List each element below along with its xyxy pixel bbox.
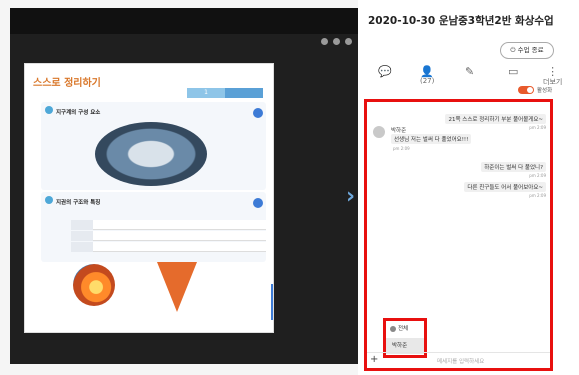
- document-tab-2: [225, 88, 263, 98]
- class-panel: 2020-10-30 운남중3학년2반 화상수업 ⏻ 수업 종료 💬 👤 (27)…: [358, 0, 579, 375]
- message-sender: 박하준: [391, 128, 407, 134]
- side-tab-button[interactable]: [271, 284, 273, 320]
- chat-icon: 💬: [378, 65, 392, 78]
- chat-message: 다른 친구들도 어서 풀어보아요~ pm 2:09: [464, 174, 546, 198]
- next-page-arrow-icon[interactable]: ›: [346, 186, 355, 208]
- message-input[interactable]: 메세지를 입력하세요: [437, 357, 484, 365]
- chat-message: 21쪽 스스로 정리하기 부분 풀어볼게요~ pm 2:09: [445, 106, 546, 130]
- check-icon: [253, 108, 263, 118]
- earth-system-diagram: [95, 122, 207, 186]
- table-row: [71, 242, 266, 252]
- viewer-toolbar: [10, 8, 358, 34]
- chat-input-bar[interactable]: + 메세지를 입력하세요: [367, 352, 550, 368]
- document-icon: ✎: [465, 65, 475, 78]
- people-icon: 👤: [420, 65, 435, 78]
- document-page: 스스로 정리하기 1 지구계의 구성 요소 지권의 구조와 특징: [24, 63, 274, 333]
- tab-screen[interactable]: ▭: [508, 66, 518, 86]
- message-time: pm 2:09: [393, 146, 410, 151]
- recipient-option-all[interactable]: 전체: [386, 321, 424, 337]
- section-1-title: 지구계의 구성 요소: [56, 110, 101, 116]
- settings-icon[interactable]: [333, 38, 340, 45]
- section-number-icon: [45, 106, 53, 114]
- class-title: 2020-10-30 운남중3학년2반 화상수업: [368, 15, 554, 27]
- section-2-title: 지권의 구조와 특징: [56, 200, 101, 206]
- end-class-button[interactable]: ⏻ 수업 종료: [500, 42, 554, 59]
- tab-more[interactable]: ⋮ 더보기: [543, 66, 562, 86]
- earth-layers-wedge-image: [157, 262, 197, 312]
- document-tab-1: 1: [187, 88, 225, 98]
- chat-message: 선생님 저는 벌써 다 풀었어요!!!: [391, 134, 472, 144]
- document-tabs: 1: [187, 88, 263, 98]
- more-icon: ⋮: [547, 65, 559, 78]
- toggle-label: 활성화: [537, 88, 553, 94]
- avatar: [373, 126, 385, 138]
- menu-icon[interactable]: [345, 38, 352, 45]
- tab-chat[interactable]: 💬: [378, 66, 392, 86]
- viewer-controls[interactable]: [321, 38, 352, 45]
- section-earth-system: 지구계의 구성 요소: [41, 102, 266, 190]
- earth-cross-section-image: [73, 264, 115, 306]
- document-viewer[interactable]: 스스로 정리하기 1 지구계의 구성 요소 지권의 구조와 특징 ›: [10, 8, 358, 364]
- tab-people[interactable]: 👤 (27): [420, 66, 434, 86]
- user-icon: [390, 325, 396, 332]
- section-number-icon: [45, 196, 53, 204]
- section-geosphere: 지권의 구조와 특징: [41, 192, 266, 262]
- check-icon: [253, 198, 263, 208]
- table-row: [71, 231, 266, 241]
- activation-toggle-row: 활성화: [518, 86, 552, 94]
- add-icon[interactable]: +: [370, 354, 378, 366]
- panel-tabs: 💬 👤 (27) ✎ ▭ ⋮ 더보기: [368, 66, 568, 86]
- tab-documents[interactable]: ✎: [465, 66, 474, 86]
- activation-toggle[interactable]: [518, 86, 534, 94]
- document-title: 스스로 정리하기: [33, 78, 101, 89]
- chat-area: 21쪽 스스로 정리하기 부분 풀어볼게요~ pm 2:09 박하준 선생님 저…: [364, 99, 553, 371]
- zoom-icon[interactable]: [321, 38, 328, 45]
- screen-share-icon: ▭: [508, 65, 519, 78]
- table-row: [71, 220, 266, 230]
